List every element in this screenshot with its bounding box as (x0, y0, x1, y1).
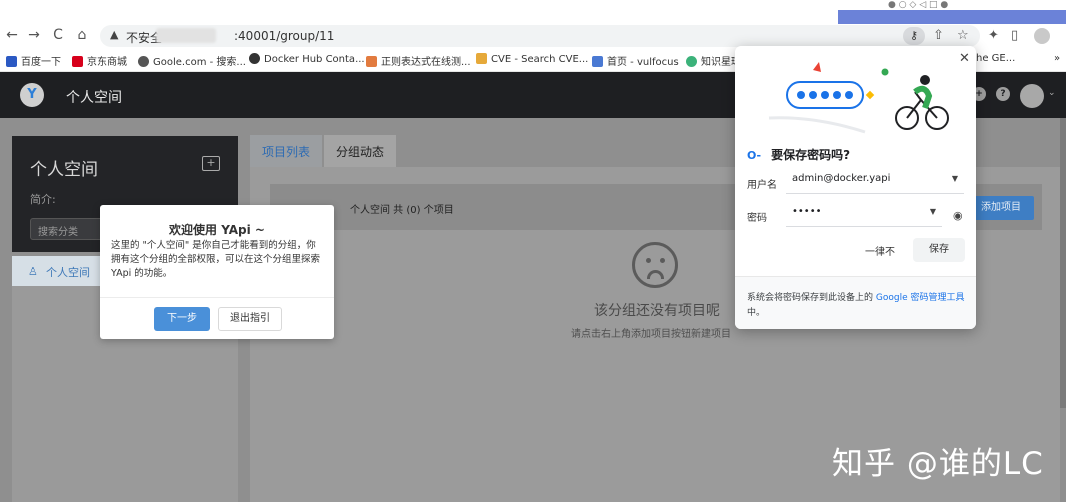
username-field[interactable]: admin@docker.yapi ▼ (786, 168, 964, 194)
bookmark-google[interactable]: Goole.com - 搜索... (138, 53, 246, 68)
sidebar-item-label: 个人空间 (46, 266, 90, 279)
redacted-host (156, 28, 216, 43)
browser-toolbar: ← → C ⌂ ▲ 不安全 :40001/group/11 ⚷ ⇧ ☆ ✦ ▯ … (0, 0, 1066, 48)
yapi-logo-icon[interactable]: Y (20, 83, 44, 107)
back-icon[interactable]: ← (4, 27, 20, 43)
sidepanel-icon[interactable]: ▯ (1011, 28, 1018, 43)
password-value: ••••• (792, 206, 822, 217)
bookmark-vulfocus[interactable]: 首页 - vulfocus (592, 53, 679, 68)
bookmark-zsxq[interactable]: 知识星球 (686, 53, 741, 68)
address-bar[interactable]: ▲ 不安全 :40001/group/11 (100, 25, 980, 47)
sad-face-right-eye (660, 258, 665, 263)
user-avatar[interactable] (1020, 84, 1044, 108)
dialog-footer: 系统会将密码保存到此设备上的 Google 密码管理工具中。 (735, 276, 976, 329)
group-title: 个人空间 (30, 160, 98, 180)
guide-divider (100, 297, 334, 298)
password-manager-link[interactable]: Google 密码管理工具 (876, 293, 965, 303)
password-illustration (768, 62, 949, 134)
thumbnail-strip (838, 10, 1066, 24)
sad-face-left-eye (646, 258, 651, 263)
exit-guide-button[interactable]: 退出指引 (218, 307, 282, 331)
jd-icon (72, 56, 83, 67)
extensions-icon[interactable]: ✦ (988, 28, 999, 43)
folder-icon (476, 53, 487, 64)
caret-down-icon[interactable]: ▼ (952, 174, 958, 183)
thumbnail-icons: ● ○ ◇ ◁ □ ● (888, 0, 949, 10)
bookmark-baidu[interactable]: 百度一下 (6, 53, 61, 68)
profile-avatar-icon[interactable] (1034, 28, 1050, 44)
zhihu-watermark: 知乎 @谁的LC (832, 446, 1044, 482)
next-step-button[interactable]: 下一步 (154, 307, 210, 331)
password-label: 密码 (747, 213, 767, 224)
corner-thumbnail: ● ○ ◇ ◁ □ ● (838, 0, 1066, 24)
forward-icon[interactable]: → (26, 27, 42, 43)
guide-body: 这里的 "个人空间" 是你自己才能看到的分组，你拥有这个分组的全部权限，可以在这… (111, 240, 321, 279)
password-field[interactable]: ••••• ▼ (786, 201, 942, 227)
tab-project-list[interactable]: 项目列表 (250, 135, 323, 167)
username-value: admin@docker.yapi (792, 173, 891, 184)
page-scrollbar[interactable] (1060, 118, 1066, 408)
sad-face-mouth (647, 270, 664, 279)
group-intro-label: 简介: (30, 193, 56, 206)
home-icon[interactable]: ⌂ (74, 27, 90, 43)
dialog-heading-row: O- 要保存密码吗? (747, 146, 850, 163)
warning-icon[interactable]: ▲ (110, 28, 118, 41)
username-label: 用户名 (747, 180, 777, 191)
bookmark-cve[interactable]: CVE - Search CVE... (476, 53, 588, 65)
google-icon (138, 56, 149, 67)
baidu-icon (6, 56, 17, 67)
star-icon[interactable]: ☆ (957, 28, 969, 43)
close-icon[interactable]: ✕ (959, 51, 970, 66)
key-icon[interactable]: ⚷ (903, 27, 925, 45)
project-count: 个人空间 共 (0) 个项目 (350, 205, 454, 216)
bookmark-regex[interactable]: 正则表达式在线测... (366, 53, 471, 68)
dialog-heading: 要保存密码吗? (771, 148, 851, 162)
tab-group-activity[interactable]: 分组动态 (324, 135, 397, 167)
add-project-button[interactable]: 添加项目 (968, 196, 1034, 220)
welcome-guide-popover: 欢迎使用 YApi ~ 这里的 "个人空间" 是你自己才能看到的分组，你拥有这个… (100, 205, 334, 339)
empty-state-title: 该分组还没有项目呢 (594, 303, 720, 319)
bookmark-ge[interactable]: he GE... (976, 53, 1015, 64)
never-save-button[interactable]: 一律不 (865, 243, 895, 258)
url-text[interactable]: :40001/group/11 (234, 29, 334, 43)
bookmark-jd[interactable]: 京东商城 (72, 53, 127, 68)
key-icon: O- (747, 149, 762, 162)
more-bookmarks-icon[interactable]: » (1054, 53, 1060, 64)
empty-state-hint: 请点击右上角添加项目按钮新建项目 (571, 329, 731, 340)
planet-icon (686, 56, 697, 67)
guide-title: 欢迎使用 YApi ~ (169, 223, 265, 237)
regex-icon (366, 56, 377, 67)
eye-icon[interactable]: ◉ (953, 209, 963, 222)
share-icon[interactable]: ⇧ (933, 28, 944, 43)
docker-icon (249, 53, 260, 64)
save-password-dialog: ✕ O- 要保存密码吗? 用户名 admin@docker.yapi ▼ 密码 •… (735, 46, 976, 329)
footer-text: 系统会将密码保存到此设备上的 Google 密码管理工具中。 (747, 293, 965, 318)
save-password-button[interactable]: 保存 (913, 238, 965, 262)
main-tabs: 项目列表 分组动态 (250, 135, 650, 167)
caret-down-icon[interactable]: ▼ (930, 207, 936, 216)
help-icon[interactable]: ? (996, 87, 1010, 101)
add-group-icon[interactable]: + (202, 156, 220, 171)
bookmark-dockerhub[interactable]: Docker Hub Conta... (249, 53, 365, 65)
sidebar-item-personal-space[interactable]: ♙ 个人空间 (12, 256, 112, 286)
user-icon: ♙ (28, 265, 38, 278)
reload-icon[interactable]: C (50, 27, 66, 43)
sad-face-icon (632, 242, 678, 288)
chevron-down-icon[interactable]: ⌄ (1048, 88, 1056, 98)
page-title: 个人空间 (66, 90, 122, 106)
shield-icon (592, 56, 603, 67)
